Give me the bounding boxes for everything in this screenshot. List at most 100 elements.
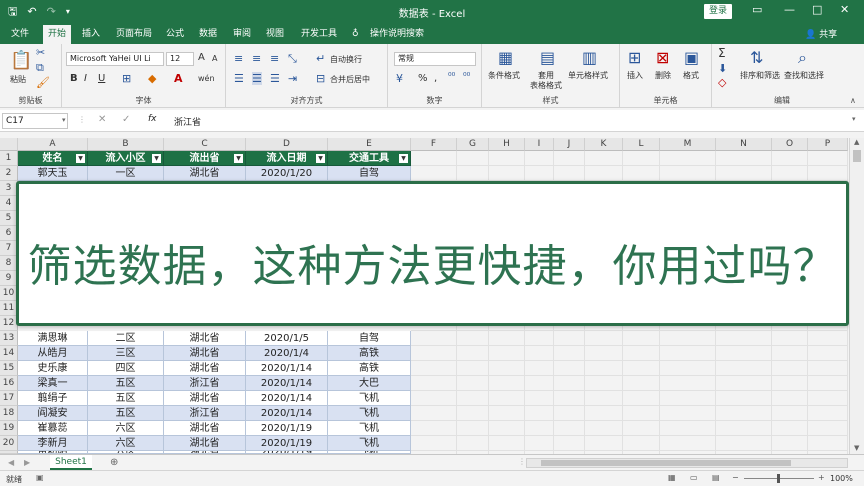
filter-dropdown-icon[interactable]: ▼ (399, 154, 408, 163)
name-box-dropdown-icon[interactable]: ▾ (62, 116, 66, 124)
column-header-p[interactable]: P (808, 138, 848, 151)
filter-dropdown-icon[interactable]: ▼ (234, 154, 243, 163)
tab-review[interactable]: 审阅 (233, 27, 251, 41)
decrease-font-button[interactable]: A (212, 54, 217, 63)
page-layout-view-icon[interactable]: ▭ (690, 473, 698, 482)
font-size-select[interactable]: 12 (166, 52, 194, 66)
orientation-icon[interactable]: ⤡ (288, 52, 297, 66)
copy-icon[interactable]: ⧉ (36, 61, 44, 75)
column-header-g[interactable]: G (457, 138, 489, 151)
table-cell[interactable]: 2020/1/5 (246, 331, 328, 346)
find-select-icon[interactable]: ⌕ (798, 48, 807, 68)
table-cell[interactable]: 飞机 (328, 421, 411, 436)
table-cell[interactable]: 阎凝安 (18, 406, 88, 421)
align-bottom-icon[interactable]: ≡ (270, 52, 279, 65)
table-cell[interactable]: 李新月 (18, 436, 88, 451)
scroll-sheets-right-icon[interactable]: ▶ (24, 458, 30, 467)
tab-page-layout[interactable]: 页面布局 (116, 27, 152, 41)
scroll-down-icon[interactable]: ▼ (854, 444, 859, 452)
table-cell[interactable]: 湖北省 (164, 436, 246, 451)
phonetic-guide-button[interactable]: wén (198, 74, 215, 83)
table-cell[interactable]: 湖北省 (164, 346, 246, 361)
scroll-up-icon[interactable]: ▲ (854, 138, 859, 146)
row-header[interactable]: 19 (0, 421, 18, 436)
autosum-button[interactable]: Σ (718, 46, 726, 60)
column-header-f[interactable]: F (411, 138, 457, 151)
table-cell[interactable]: 三区 (88, 346, 164, 361)
column-header-m[interactable]: M (660, 138, 716, 151)
scrollbar-thumb[interactable] (853, 150, 861, 162)
column-header-e[interactable]: E (328, 138, 411, 151)
table-cell[interactable]: 五区 (88, 406, 164, 421)
paste-button[interactable]: 粘贴 (10, 74, 26, 85)
row-header[interactable]: 16 (0, 376, 18, 391)
table-cell[interactable]: 2020/1/14 (246, 361, 328, 376)
format-painter-icon[interactable]: 🖌 (36, 76, 50, 89)
zoom-in-button[interactable]: + (818, 473, 825, 482)
table-cell[interactable]: 飞机 (328, 406, 411, 421)
expand-formula-bar-icon[interactable]: ▾ (852, 115, 856, 123)
paste-icon[interactable]: 📋 (10, 50, 32, 71)
table-cell[interactable]: 飞机 (328, 436, 411, 451)
borders-icon[interactable]: ⊞ (122, 72, 131, 85)
table-cell[interactable]: 大巴 (328, 376, 411, 391)
column-header-c[interactable]: C (164, 138, 246, 151)
select-all-corner[interactable] (0, 138, 18, 151)
name-box[interactable]: C17 (2, 113, 68, 129)
horizontal-scrollbar-thumb[interactable] (541, 460, 791, 466)
sort-filter-icon[interactable]: ⇅ (750, 48, 763, 67)
tell-me-search[interactable]: 操作说明搜索 (370, 27, 424, 41)
table-cell[interactable]: 湖北省 (164, 421, 246, 436)
normal-view-icon[interactable]: ▦ (668, 473, 676, 482)
table-cell[interactable]: 湖北省 (164, 361, 246, 376)
fill-color-icon[interactable]: ◆ (148, 72, 156, 85)
row-header[interactable]: 2 (0, 166, 18, 181)
row-header[interactable]: 13 (0, 331, 18, 346)
table-cell[interactable]: 崔慕蕊 (18, 421, 88, 436)
row-header[interactable]: 15 (0, 361, 18, 376)
table-cell[interactable]: 从皓月 (18, 346, 88, 361)
table-cell[interactable]: 浙江省 (164, 406, 246, 421)
underline-button[interactable]: U (98, 73, 105, 84)
table-cell[interactable]: 一区 (88, 166, 164, 181)
table-header-cell[interactable]: 流入小区 ▼ (88, 151, 164, 166)
table-cell[interactable]: 飞机 (328, 391, 411, 406)
table-cell[interactable]: 2020/1/4 (246, 346, 328, 361)
tab-home[interactable]: 开始 (43, 25, 72, 44)
table-cell[interactable]: 浙江省 (164, 376, 246, 391)
conditional-formatting-button[interactable]: 条件格式 (488, 70, 520, 81)
table-cell[interactable]: 梁真一 (18, 376, 88, 391)
find-select-button[interactable]: 查找和选择 (784, 70, 824, 81)
format-cells-icon[interactable]: ▣ (684, 48, 699, 67)
delete-cells-button[interactable]: 删除 (655, 70, 671, 81)
number-format-select[interactable]: 常规 (394, 52, 476, 66)
minimize-button[interactable]: — (784, 3, 795, 16)
table-cell[interactable]: 四区 (88, 361, 164, 376)
align-left-icon[interactable]: ☰ (234, 72, 244, 85)
align-top-icon[interactable]: ≡ (234, 52, 243, 65)
tab-data[interactable]: 数据 (199, 27, 217, 41)
bold-button[interactable]: B (70, 73, 78, 84)
table-cell[interactable]: 湖北省 (164, 166, 246, 181)
zoom-out-button[interactable]: − (732, 473, 739, 482)
cancel-entry-icon[interactable]: ✕ (98, 114, 106, 125)
ribbon-display-options-icon[interactable]: ▭ (752, 3, 762, 16)
tab-insert[interactable]: 插入 (82, 27, 100, 41)
column-header-a[interactable]: A (18, 138, 88, 151)
table-cell[interactable]: 史乐康 (18, 361, 88, 376)
clear-icon[interactable]: ◇ (718, 76, 726, 89)
italic-button[interactable]: I (84, 73, 87, 84)
scroll-sheets-left-icon[interactable]: ◀ (8, 458, 14, 467)
table-cell[interactable]: 自驾 (328, 331, 411, 346)
column-header-h[interactable]: H (489, 138, 525, 151)
column-header-i[interactable]: I (525, 138, 554, 151)
row-header[interactable]: 17 (0, 391, 18, 406)
merge-center-icon[interactable]: ⊟ (316, 72, 325, 85)
tab-developer[interactable]: 开发工具 (301, 27, 337, 41)
indent-icon[interactable]: ⇥ (288, 72, 297, 85)
table-cell[interactable]: 2020/1/19 (246, 421, 328, 436)
row-header[interactable]: 14 (0, 346, 18, 361)
table-cell[interactable]: 六区 (88, 421, 164, 436)
table-cell[interactable]: 自驾 (328, 166, 411, 181)
comma-button[interactable]: , (434, 73, 437, 84)
